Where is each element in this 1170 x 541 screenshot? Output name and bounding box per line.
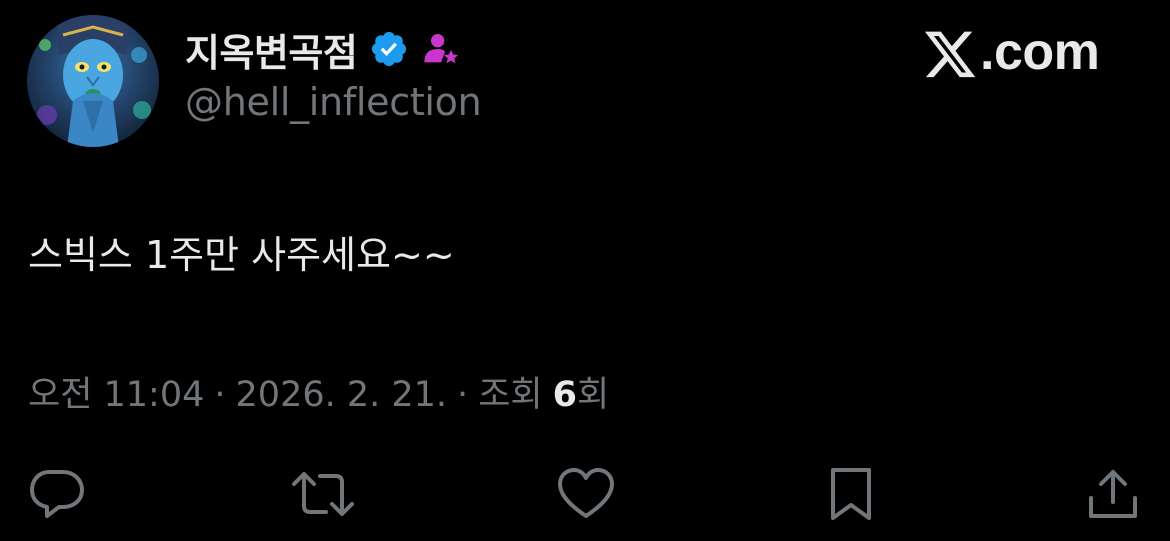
tweet-date[interactable]: 2026. 2. 21.	[236, 375, 448, 415]
views-count: 6	[552, 375, 577, 415]
reply-button[interactable]	[27, 466, 87, 522]
site-logo: .com	[922, 20, 1100, 84]
heart-icon	[558, 468, 614, 518]
author-handle[interactable]: @hell_inflection	[185, 80, 482, 124]
repost-icon	[292, 472, 354, 516]
views-suffix: 회	[576, 375, 610, 415]
bookmark-icon	[831, 468, 871, 520]
like-button[interactable]	[556, 466, 616, 522]
avatar[interactable]	[27, 15, 159, 147]
share-button[interactable]	[1085, 466, 1145, 522]
tweet-meta: 오전 11:04 · 2026. 2. 21. · 조회 6회	[28, 366, 609, 417]
repost-button[interactable]	[290, 466, 354, 522]
tweet-text: 스빅스 1주만 사주세요~~	[28, 233, 455, 277]
reply-icon	[30, 470, 84, 518]
share-icon	[1089, 470, 1137, 518]
tweet-time[interactable]: 오전 11:04	[28, 366, 204, 417]
avatar-image	[27, 15, 159, 147]
author-display-name[interactable]: 지옥변곡점	[185, 22, 358, 77]
views-label: 조회	[478, 375, 543, 415]
bookmark-button[interactable]	[823, 466, 883, 522]
author-name-row[interactable]: 지옥변곡점	[185, 23, 461, 75]
verified-badge-icon	[369, 29, 409, 69]
x-logo-icon	[922, 26, 978, 78]
site-domain-text: .com	[980, 23, 1100, 81]
meta-separator: ·	[214, 375, 226, 415]
affiliate-badge-icon	[421, 29, 461, 69]
meta-separator: ·	[457, 375, 469, 415]
